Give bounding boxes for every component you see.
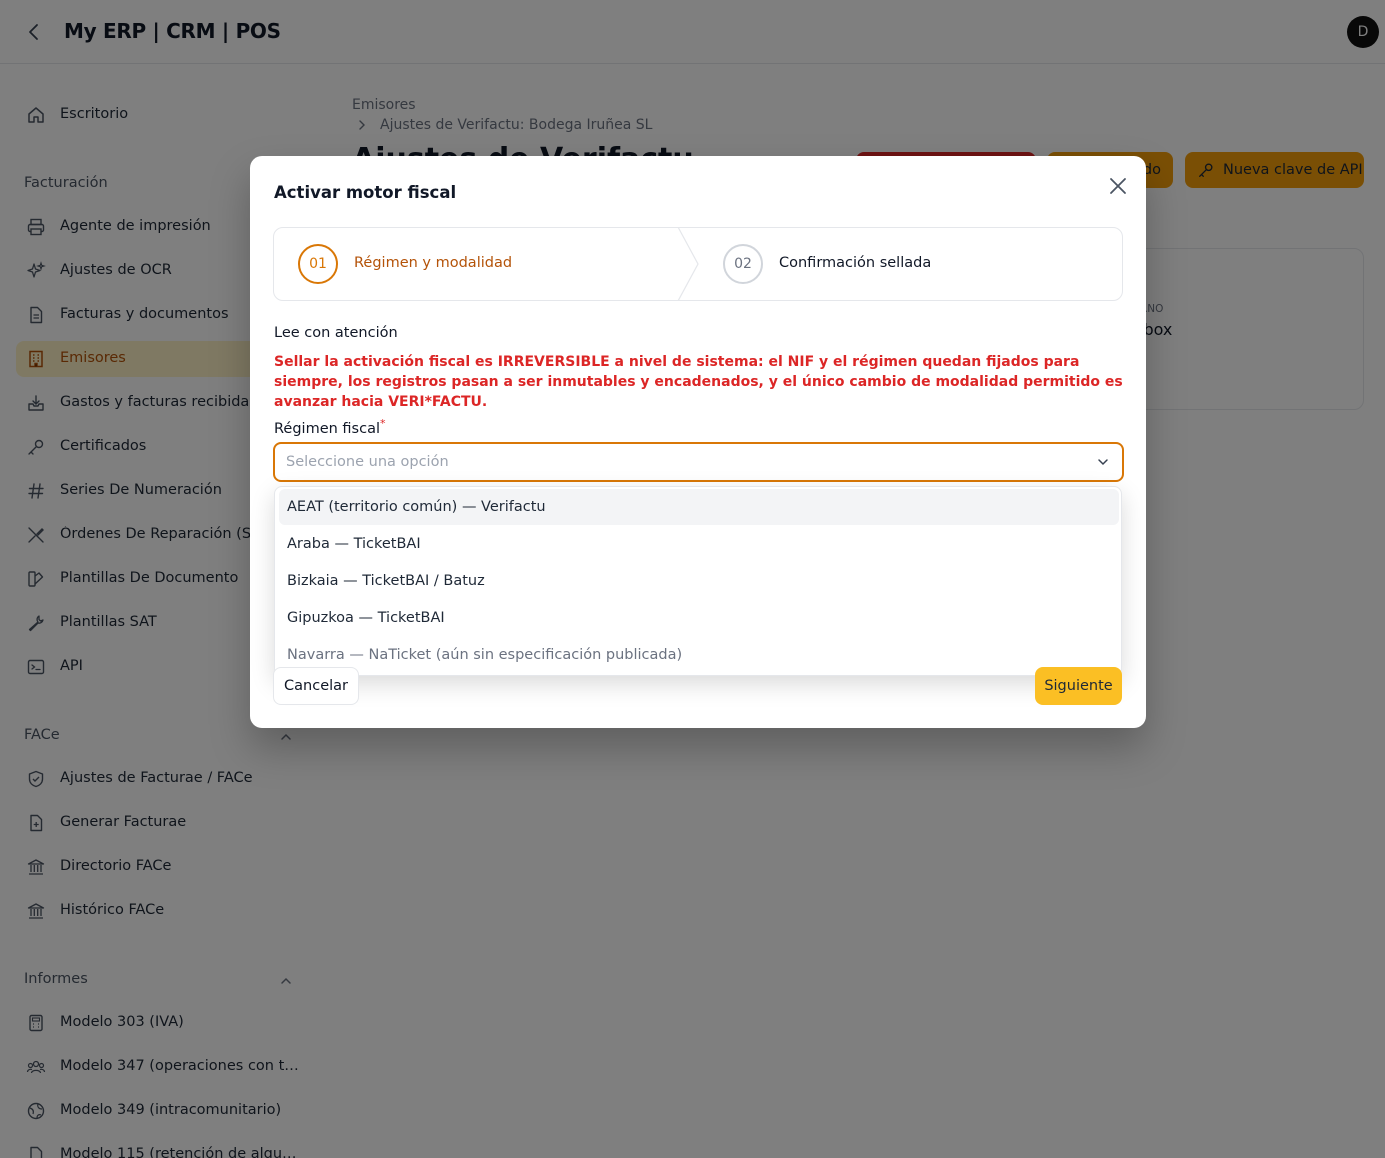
option-label: Bizkaia — TicketBAI / Batuz — [287, 573, 485, 589]
regimen-fiscal-select[interactable]: Seleccione una opción — [273, 442, 1124, 482]
step-label: Confirmación sellada — [779, 255, 932, 271]
option-label: Navarra — NaTicket (aún sin especificaci… — [287, 647, 683, 663]
chevron-down-icon — [1098, 459, 1108, 466]
cancel-button[interactable]: Cancelar — [273, 667, 359, 705]
close-icon[interactable] — [1106, 174, 1130, 198]
notice-title: Lee con atención — [274, 325, 398, 341]
option-label: Gipuzkoa — TicketBAI — [287, 610, 445, 626]
next-button[interactable]: Siguiente — [1035, 667, 1122, 705]
required-mark: * — [380, 417, 386, 430]
option-navarra-naticket: Navarra — NaTicket (aún sin especificaci… — [279, 637, 1119, 673]
step-label: Régimen y modalidad — [354, 255, 513, 271]
option-bizkaia-batuz[interactable]: Bizkaia — TicketBAI / Batuz — [279, 563, 1119, 599]
irreversible-warning: Sellar la activación fiscal es IRREVERSI… — [274, 354, 1123, 410]
regimen-fiscal-label: Régimen fiscal* — [274, 417, 386, 437]
activate-fiscal-engine-modal: Activar motor fiscal 01 Régimen y modali… — [250, 156, 1146, 728]
regimen-options-list: AEAT (territorio común) — Verifactu Arab… — [274, 486, 1122, 676]
wizard-stepper: 01 Régimen y modalidad 02 Confirmación s… — [273, 227, 1123, 301]
option-araba-ticketbai[interactable]: Araba — TicketBAI — [279, 526, 1119, 562]
regimen-fiscal-label-text: Régimen fiscal — [274, 420, 380, 437]
step-number: 01 — [298, 244, 338, 284]
step-divider — [677, 228, 699, 300]
step-number: 02 — [723, 244, 763, 284]
option-label: Araba — TicketBAI — [287, 536, 421, 552]
option-gipuzkoa-ticketbai[interactable]: Gipuzkoa — TicketBAI — [279, 600, 1119, 636]
option-aeat-verifactu[interactable]: AEAT (territorio común) — Verifactu — [279, 489, 1119, 525]
select-placeholder: Seleccione una opción — [286, 454, 449, 470]
modal-title: Activar motor fiscal — [274, 183, 457, 202]
option-label: AEAT (territorio común) — Verifactu — [287, 499, 546, 515]
